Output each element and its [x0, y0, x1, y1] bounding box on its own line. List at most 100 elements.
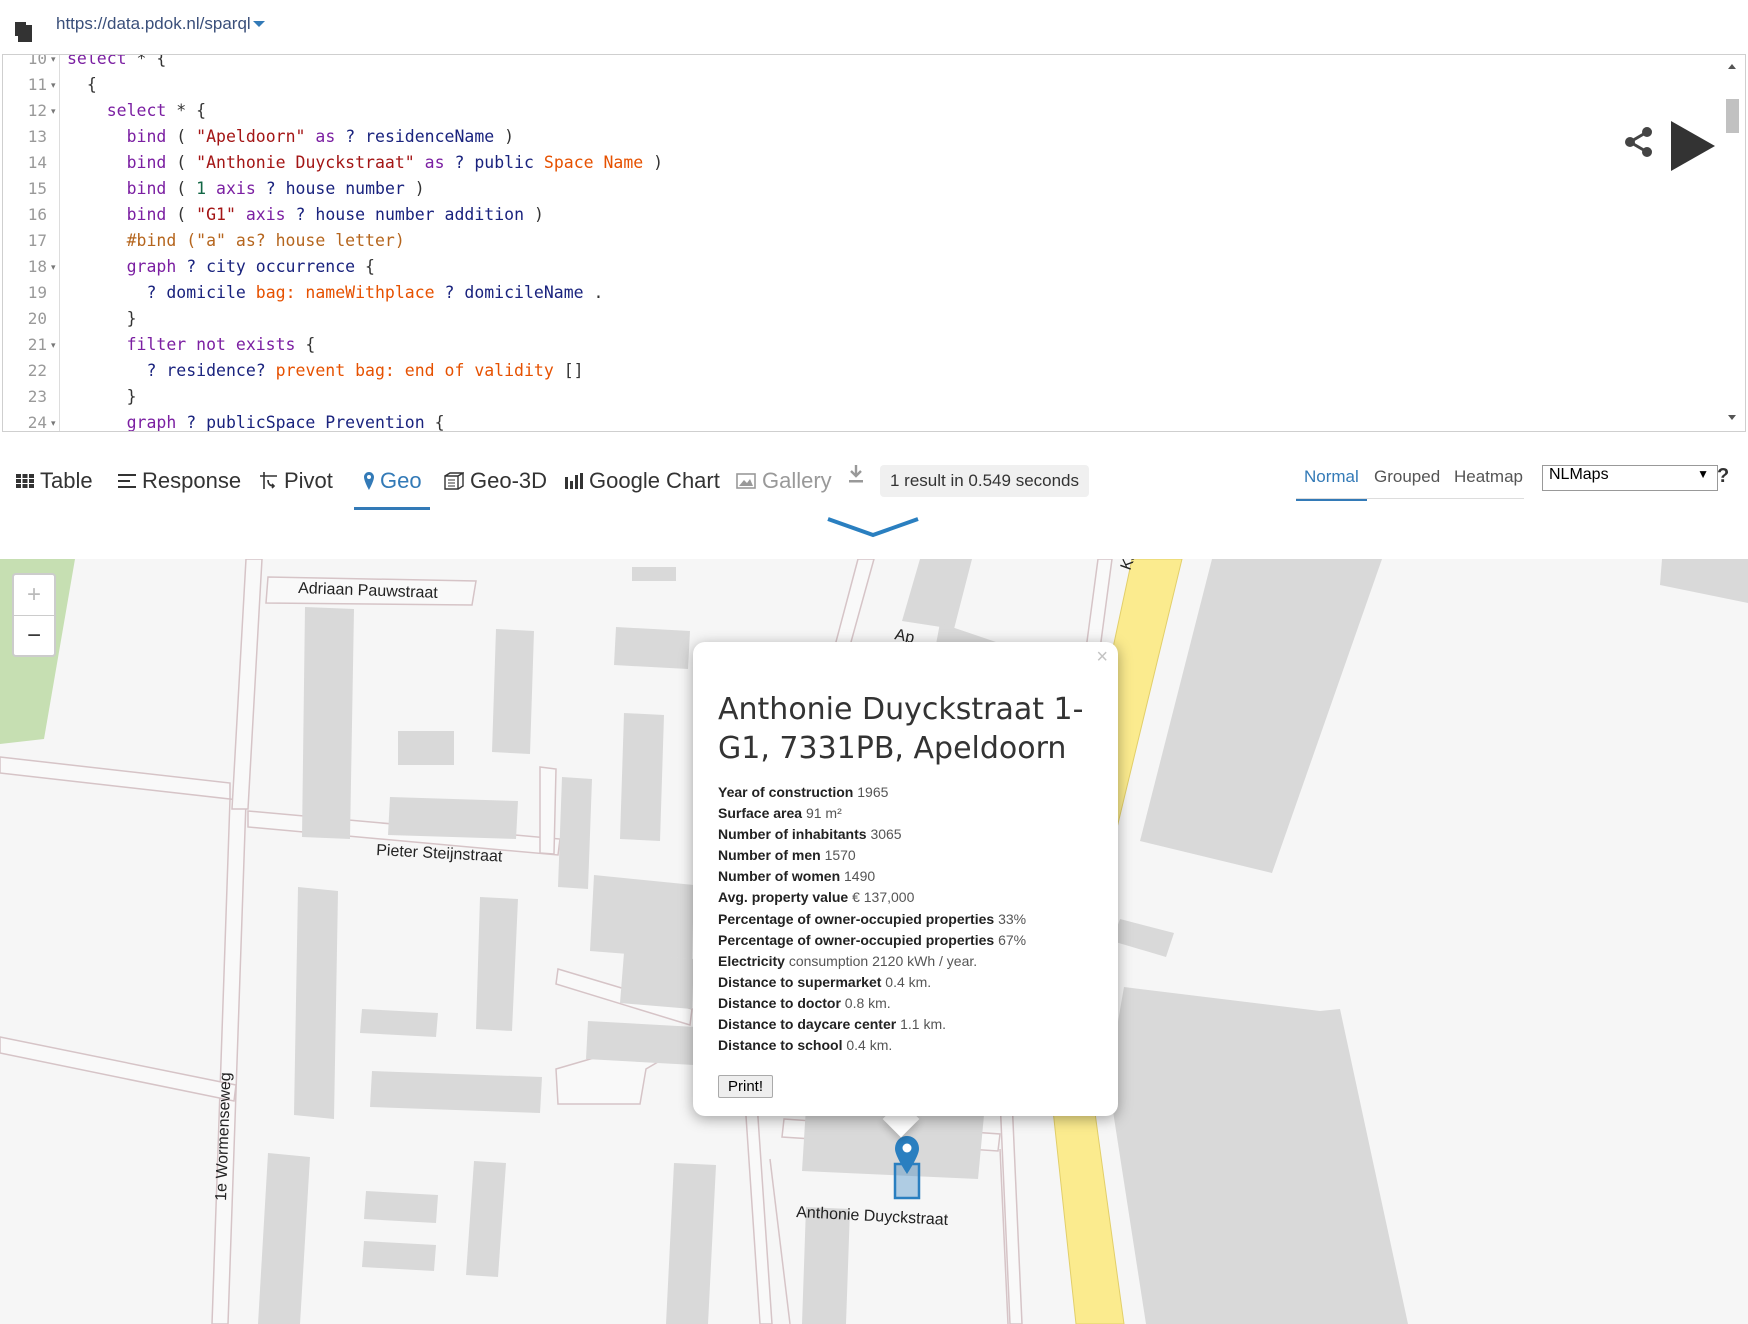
fold-toggle-icon[interactable]: ▾: [51, 254, 56, 280]
map-marker-icon: [364, 472, 374, 490]
popup-row-value: 0.4 km.: [885, 973, 932, 990]
fold-toggle-icon[interactable]: ▾: [51, 72, 56, 98]
code-token: []: [553, 361, 584, 380]
scroll-up-icon[interactable]: [1721, 59, 1743, 73]
code-token: as: [424, 153, 445, 172]
code-line[interactable]: bind ( "Anthonie Duyckstraat" as ? publi…: [67, 150, 664, 176]
popup-row-label: Number of inhabitants: [718, 826, 867, 843]
cube-icon: [444, 472, 464, 490]
popup-row: Percentage of owner-occupied properties …: [718, 930, 1108, 951]
code-line[interactable]: bind ( "Apeldoorn" as ? residenceName ): [67, 124, 514, 150]
fold-toggle-icon[interactable]: ▾: [51, 332, 56, 358]
code-line[interactable]: bind ( 1 axis ? house number ): [67, 176, 425, 202]
geo-mode-grouped[interactable]: Grouped: [1374, 467, 1440, 499]
popup-row: Distance to supermarket 0.4 km.: [718, 972, 1108, 993]
popup-row: Electricity consumption 2120 kWh / year.: [718, 951, 1108, 972]
code-token: as: [315, 127, 336, 146]
code-token: "G1": [196, 205, 236, 224]
scroll-down-icon[interactable]: [1721, 411, 1743, 425]
tab-response[interactable]: Response: [118, 455, 241, 507]
code-line[interactable]: filter not exists {: [67, 332, 316, 358]
code-area[interactable]: select * { { select * { bind ( "Apeldoor…: [67, 55, 1567, 431]
code-token: (: [166, 179, 197, 198]
share-icon[interactable]: [1625, 127, 1653, 157]
code-token: {: [67, 75, 97, 94]
code-line[interactable]: #bind ("a" as? house letter): [67, 228, 405, 254]
code-token: bag: nameWithplace: [255, 283, 435, 302]
code-line[interactable]: select * {: [67, 98, 206, 124]
line-number: 22: [27, 361, 47, 380]
fold-toggle-icon[interactable]: ▾: [51, 55, 56, 72]
code-token: {: [424, 413, 445, 432]
geo-mode-divider: [1296, 498, 1524, 499]
code-line[interactable]: bind ( "G1" axis ? house number addition…: [67, 202, 544, 228]
code-token: "Apeldoorn": [196, 127, 306, 146]
close-icon[interactable]: ×: [1096, 646, 1108, 669]
code-line[interactable]: graph ? city occurrence {: [67, 254, 375, 280]
print-button[interactable]: Print!: [718, 1075, 774, 1098]
code-line[interactable]: ? residence? prevent bag: end of validit…: [67, 358, 584, 384]
code-line[interactable]: ? domicile bag: nameWithplace ? domicile…: [67, 280, 603, 306]
popup-row-value: 91 m²: [805, 805, 842, 822]
popup-row: Percentage of owner-occupied properties …: [718, 909, 1108, 930]
code-token: }: [67, 309, 137, 328]
code-token: }: [67, 387, 137, 406]
tab-table[interactable]: Table: [16, 455, 93, 507]
collapse-chevron-icon[interactable]: [826, 516, 920, 538]
code-line[interactable]: }: [67, 384, 137, 410]
code-token: * {: [126, 54, 167, 68]
help-icon[interactable]: ?: [1717, 465, 1729, 488]
code-token: select: [67, 54, 127, 68]
base-layer-select[interactable]: NLMaps ▼: [1542, 465, 1718, 491]
line-number: 20: [27, 309, 47, 328]
chevron-down-icon[interactable]: [252, 20, 266, 28]
popup-row: Distance to school 0.4 km.: [718, 1035, 1108, 1056]
feature-popup: × Anthonie Duyckstraat 1-G1, 7331PB, Ape…: [693, 642, 1118, 1116]
tab-google-chart-label: Google Chart: [589, 468, 720, 493]
code-token: ? public: [454, 153, 534, 172]
select-arrow-icon: ▼: [1697, 467, 1709, 481]
download-icon[interactable]: [848, 465, 864, 483]
tab-pivot[interactable]: Pivot: [260, 455, 333, 507]
editor-scrollbar[interactable]: [1721, 55, 1743, 431]
code-token: #bind ("a" as? house letter): [126, 231, 405, 250]
zoom-in-button[interactable]: +: [14, 575, 54, 616]
geo-mode-heatmap[interactable]: Heatmap: [1454, 467, 1523, 499]
popup-row: Number of inhabitants 3065: [718, 824, 1108, 845]
code-token: ): [404, 179, 425, 198]
tab-geo3d[interactable]: Geo-3D: [444, 455, 547, 507]
tab-google-chart[interactable]: Google Chart: [565, 455, 720, 507]
run-query-button[interactable]: [1669, 119, 1717, 173]
zoom-out-button[interactable]: −: [14, 616, 54, 655]
geo-mode-normal[interactable]: Normal: [1296, 467, 1367, 501]
pivot-icon: [260, 472, 277, 489]
fold-toggle-icon[interactable]: ▾: [51, 98, 56, 124]
code-token: ? house number addition: [295, 205, 525, 224]
code-line[interactable]: select * {: [67, 54, 167, 72]
copy-icon[interactable]: [15, 22, 33, 42]
tab-gallery[interactable]: Gallery: [736, 455, 832, 507]
query-editor[interactable]: 10 ▾ 11 ▾ 12 ▾ 13 14 15 16 17 18 ▾ 19 20 21 ▾ 22 23 24 ▾ sel…: [2, 54, 1746, 432]
editor-scroll-thumb[interactable]: [1726, 99, 1739, 133]
code-token: ? city occurrence: [186, 257, 356, 276]
code-line[interactable]: {: [67, 72, 97, 98]
code-token: ? domicile: [146, 283, 246, 302]
tab-geo[interactable]: Geo: [354, 455, 430, 510]
code-line[interactable]: graph ? publicSpace Prevention {: [67, 410, 445, 432]
popup-row-label: Year of construction: [718, 784, 854, 800]
map-marker-icon[interactable]: [891, 1134, 925, 1204]
code-line[interactable]: }: [67, 306, 137, 332]
fold-toggle-icon[interactable]: ▾: [51, 410, 56, 431]
endpoint-url-input[interactable]: https://data.pdok.nl/sparql: [56, 14, 251, 34]
line-number: 21: [27, 335, 47, 354]
popup-row-value: 1.1 km.: [900, 1016, 946, 1033]
